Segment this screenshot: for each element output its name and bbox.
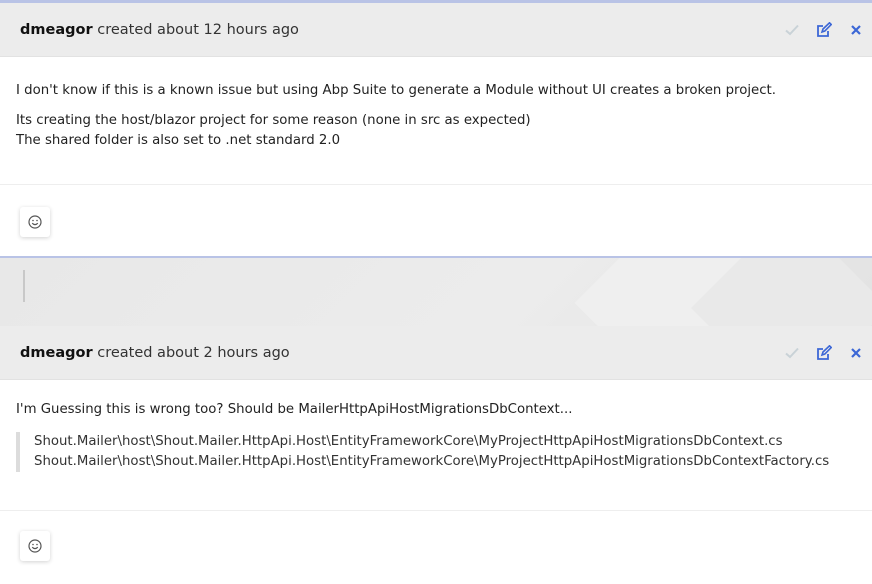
- accept-answer-button[interactable]: [776, 3, 808, 56]
- reaction-bar: [0, 184, 872, 256]
- smiley-icon: [28, 215, 42, 229]
- comment-created-time: created about 12 hours ago: [97, 21, 299, 38]
- comment-meta: dmeagor created about 2 hours ago: [20, 345, 290, 361]
- edit-comment-button[interactable]: [808, 326, 840, 379]
- add-reaction-button[interactable]: [20, 207, 50, 237]
- close-icon: [851, 24, 861, 35]
- comment-header: dmeagor created about 12 hours ago: [0, 3, 872, 57]
- comment-actions: [776, 326, 872, 379]
- comment-paragraph: The shared folder is also set to .net st…: [16, 133, 341, 148]
- comment-created-time: created about 2 hours ago: [97, 344, 290, 361]
- comment-paragraph: I don't know if this is a known issue bu…: [16, 83, 776, 98]
- quote-line: Shout.Mailer\host\Shout.Mailer.HttpApi.H…: [34, 434, 783, 449]
- comment-paragraph: Its creating the host/blazor project for…: [16, 113, 531, 128]
- smiley-icon: [28, 539, 42, 553]
- comment-author[interactable]: dmeagor: [20, 22, 93, 38]
- close-icon: [851, 347, 861, 358]
- comment-card: dmeagor created about 2 hours ago I'm Gu…: [0, 326, 872, 584]
- comment-card: dmeagor created about 12 hours ago I don…: [0, 0, 872, 258]
- comment-header: dmeagor created about 2 hours ago: [0, 326, 872, 380]
- edit-icon: [817, 21, 832, 37]
- delete-comment-button[interactable]: [840, 326, 872, 379]
- comment-meta: dmeagor created about 12 hours ago: [20, 22, 299, 38]
- check-icon: [785, 24, 799, 35]
- quote-line: Shout.Mailer\host\Shout.Mailer.HttpApi.H…: [34, 454, 830, 469]
- blockquote: Shout.Mailer\host\Shout.Mailer.HttpApi.H…: [16, 432, 856, 472]
- edit-icon: [817, 344, 832, 360]
- edit-comment-button[interactable]: [808, 3, 840, 56]
- delete-comment-button[interactable]: [840, 3, 872, 56]
- accept-answer-button[interactable]: [776, 326, 808, 379]
- thread-separator: [0, 258, 872, 326]
- comment-paragraph: I'm Guessing this is wrong too? Should b…: [16, 402, 573, 417]
- add-reaction-button[interactable]: [20, 531, 50, 561]
- reaction-bar: [0, 510, 872, 584]
- comment-author[interactable]: dmeagor: [20, 345, 93, 361]
- comment-body: I'm Guessing this is wrong too? Should b…: [0, 380, 872, 472]
- thread-connector-line: [23, 270, 25, 302]
- comment-actions: [776, 3, 872, 56]
- comment-body: I don't know if this is a known issue bu…: [0, 57, 872, 151]
- check-icon: [785, 347, 799, 358]
